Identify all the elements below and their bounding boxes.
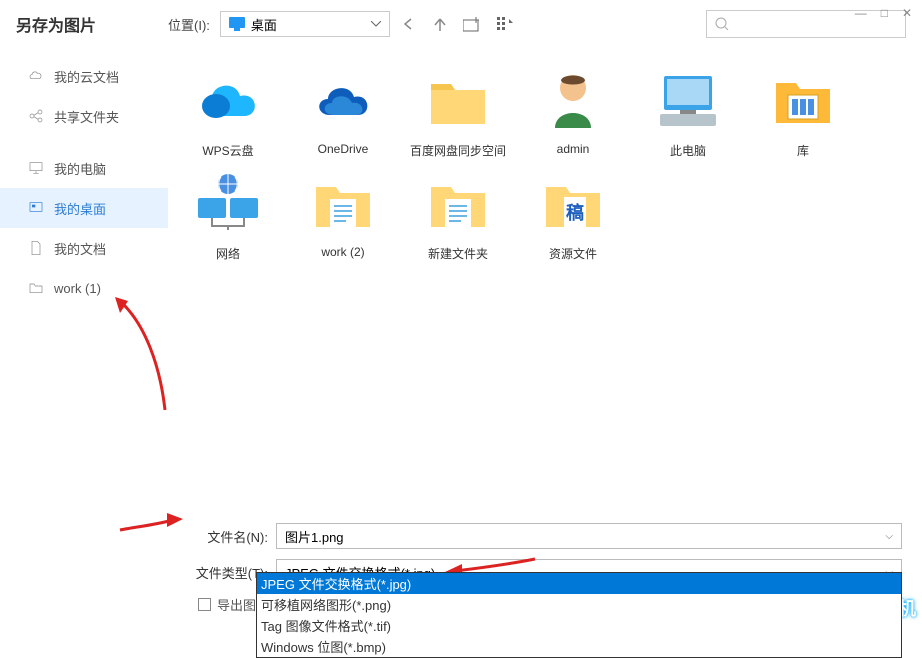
search-icon	[715, 17, 729, 31]
wps-cloud-icon	[194, 74, 262, 126]
location-label: 位置(I):	[168, 15, 210, 34]
sidebar: 我的云文档 共享文件夹 我的电脑 我的桌面 我的文档 work (1)	[0, 48, 168, 498]
file-new-folder[interactable]: 新建文件夹	[408, 169, 508, 262]
file-resource[interactable]: 稿 资源文件	[523, 169, 623, 262]
file-work2[interactable]: work (2)	[293, 169, 393, 262]
doc-icon	[28, 240, 44, 256]
dropdown-option-jpeg[interactable]: JPEG 文件交换格式(*.jpg)	[257, 573, 901, 594]
chevron-down-icon	[371, 21, 381, 27]
pc-icon	[656, 72, 720, 128]
up-button[interactable]	[430, 14, 450, 34]
library-icon	[772, 73, 834, 127]
folder-icon	[28, 280, 44, 296]
export-checkbox[interactable]	[198, 598, 211, 611]
desktop-icon	[229, 17, 245, 31]
sidebar-item-shared[interactable]: 共享文件夹	[0, 96, 168, 136]
file-network[interactable]: 网络	[178, 169, 278, 262]
sidebar-item-cloud[interactable]: 我的云文档	[0, 56, 168, 96]
back-button[interactable]	[400, 14, 420, 34]
file-grid: WPS云盘 OneDrive 百度网盘同步空间 admin 此电脑 库 网络	[168, 48, 922, 498]
file-baidu-sync[interactable]: 百度网盘同步空间	[408, 66, 508, 159]
view-list-button[interactable]	[494, 12, 518, 36]
sidebar-item-desktop[interactable]: 我的桌面	[0, 188, 168, 228]
sidebar-item-work[interactable]: work (1)	[0, 268, 168, 308]
minimize-button[interactable]: —	[855, 6, 867, 20]
computer-icon	[28, 160, 44, 176]
cloud-icon	[28, 68, 44, 84]
user-icon	[545, 70, 601, 130]
folder-icon	[427, 177, 489, 229]
maximize-button[interactable]: □	[881, 6, 888, 20]
sidebar-item-computer[interactable]: 我的电脑	[0, 148, 168, 188]
folder-icon	[427, 74, 489, 126]
folder-icon	[312, 177, 374, 229]
dropdown-option-tif[interactable]: Tag 图像文件格式(*.tif)	[257, 615, 901, 636]
filetype-dropdown: JPEG 文件交换格式(*.jpg) 可移植网络图形(*.png) Tag 图像…	[256, 572, 902, 658]
file-onedrive[interactable]: OneDrive	[293, 66, 393, 159]
file-this-pc[interactable]: 此电脑	[638, 66, 738, 159]
svg-text:稿: 稿	[566, 202, 584, 223]
onedrive-icon	[312, 79, 374, 121]
desktop-icon	[28, 200, 44, 216]
sidebar-item-documents[interactable]: 我的文档	[0, 228, 168, 268]
new-folder-button[interactable]	[460, 12, 484, 36]
dropdown-option-png[interactable]: 可移植网络图形(*.png)	[257, 594, 901, 615]
network-icon	[196, 174, 260, 232]
file-wps-cloud[interactable]: WPS云盘	[178, 66, 278, 159]
file-libraries[interactable]: 库	[753, 66, 853, 159]
location-select[interactable]: 桌面	[220, 11, 390, 37]
filename-label: 文件名(N):	[190, 527, 268, 546]
share-icon	[28, 108, 44, 124]
close-button[interactable]: ✕	[902, 6, 912, 20]
file-admin[interactable]: admin	[523, 66, 623, 159]
window-title: 另存为图片	[16, 12, 168, 36]
folder-icon: 稿	[542, 177, 604, 229]
filename-input[interactable]: 图片1.png ⌵	[276, 523, 902, 549]
chevron-down-icon: ⌵	[885, 531, 893, 542]
dropdown-option-bmp[interactable]: Windows 位图(*.bmp)	[257, 636, 901, 657]
